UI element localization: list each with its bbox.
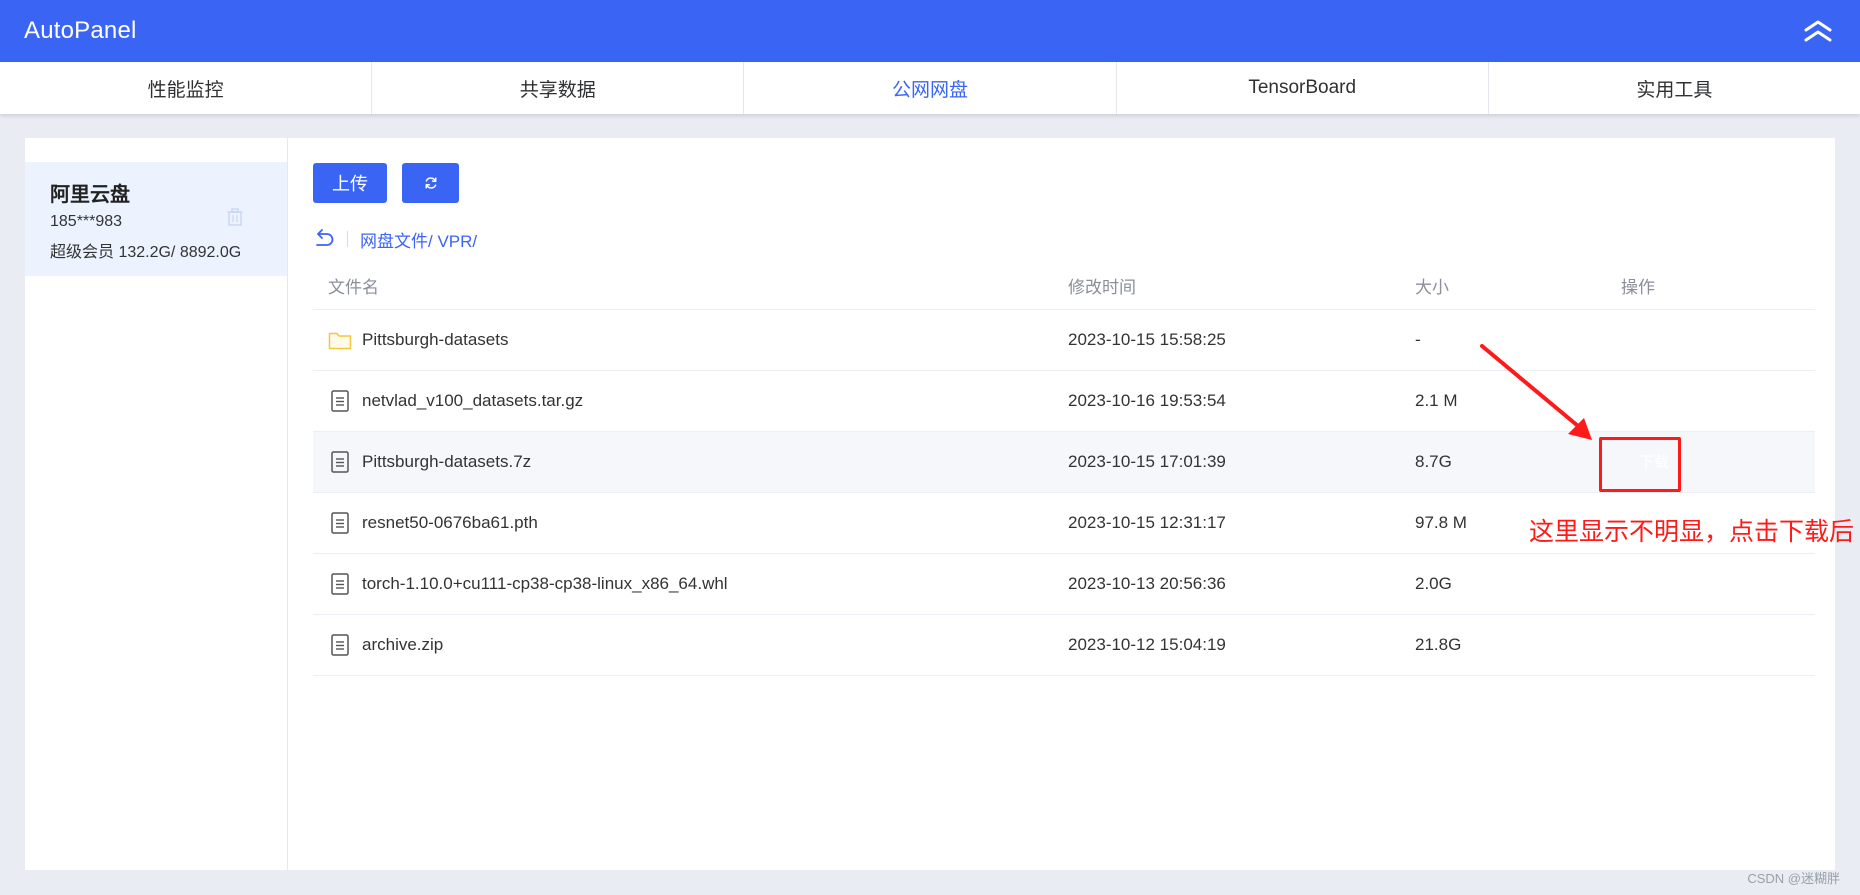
file-time: 2023-10-15 17:01:39 [1068,431,1415,493]
collapse-button[interactable] [1800,13,1836,49]
app-title: AutoPanel [24,17,137,44]
folder-icon [328,328,352,352]
file-icon [328,633,352,657]
table-header-row: 文件名 修改时间 大小 操作 [313,263,1815,310]
file-time: 2023-10-16 19:53:54 [1068,370,1415,432]
file-time: 2023-10-13 20:56:36 [1068,553,1415,615]
file-icon [328,389,352,413]
file-icon [328,511,352,535]
file-size: 2.0G [1415,553,1621,615]
download-button[interactable]: 下载 [1623,445,1685,479]
file-name[interactable]: netvlad_v100_datasets.tar.gz [362,391,583,411]
refresh-icon [424,177,437,189]
toolbar: 上传 [313,163,1835,203]
tab-public-netdisk[interactable]: 公网网盘 [744,62,1117,114]
watermark: CSDN @迷糊胖 [1747,871,1840,886]
disk-usage: 超级会员 132.2G/ 8892.0G [50,244,242,261]
file-actions [1621,309,1815,371]
breadcrumb[interactable]: 网盘文件/ VPR/ [360,227,477,252]
file-size: 21.8G [1415,614,1621,676]
breadcrumb-separator [347,231,348,247]
file-size: 2.1 M [1415,370,1621,432]
tab-tensorboard[interactable]: TensorBoard [1117,62,1489,114]
upload-button[interactable]: 上传 [313,163,387,203]
file-browser: 上传 网盘文件/ VPR/ 文件名 修改时间 大小 操作 Pittsburgh-… [288,138,1835,870]
file-time: 2023-10-15 12:31:17 [1068,492,1415,554]
tab-utilities[interactable]: 实用工具 [1489,62,1860,114]
file-name[interactable]: resnet50-0676ba61.pth [362,513,538,533]
file-actions [1621,614,1815,676]
table-row[interactable]: netvlad_v100_datasets.tar.gz 2023-10-16 … [313,370,1815,432]
table-row[interactable]: Pittsburgh-datasets 2023-10-15 15:58:25 … [313,309,1815,371]
file-name[interactable]: Pittsburgh-datasets.7z [362,452,531,472]
file-time: 2023-10-12 15:04:19 [1068,614,1415,676]
file-actions [1621,553,1815,615]
file-icon [328,572,352,596]
file-size: 97.8 M [1415,492,1621,554]
refresh-button[interactable] [402,163,459,203]
header-time[interactable]: 修改时间 [1068,263,1415,310]
file-icon [328,450,352,474]
header-op: 操作 [1621,263,1815,310]
file-size: 8.7G [1415,431,1621,493]
back-icon[interactable] [313,229,335,249]
file-actions [1621,370,1815,432]
file-table: 文件名 修改时间 大小 操作 Pittsburgh-datasets 2023-… [313,263,1815,676]
table-row[interactable]: archive.zip 2023-10-12 15:04:19 21.8G [313,614,1815,676]
header-size[interactable]: 大小 [1415,263,1621,310]
breadcrumb-row: 网盘文件/ VPR/ [313,225,1835,253]
table-row[interactable]: Pittsburgh-datasets.7z 2023-10-15 17:01:… [313,431,1815,493]
file-name[interactable]: torch-1.10.0+cu111-cp38-cp38-linux_x86_6… [362,574,728,594]
double-chevron-up-icon [1804,20,1832,42]
header-name[interactable]: 文件名 [313,263,1068,310]
file-actions [1621,492,1815,554]
tab-performance-monitor[interactable]: 性能监控 [0,62,373,114]
table-row[interactable]: torch-1.10.0+cu111-cp38-cp38-linux_x86_6… [313,553,1815,615]
tab-shared-data[interactable]: 共享数据 [372,62,745,114]
delete-icon[interactable] [227,208,243,231]
file-time: 2023-10-15 15:58:25 [1068,309,1415,371]
app-header: AutoPanel [0,0,1860,62]
file-actions: 下载 [1621,431,1815,493]
disk-item-aliyun[interactable]: 阿里云盘 185***983 超级会员 132.2G/ 8892.0G [25,162,287,276]
tab-bar: 性能监控 共享数据 公网网盘 TensorBoard 实用工具 [0,62,1860,114]
file-size: - [1415,309,1621,371]
file-name[interactable]: Pittsburgh-datasets [362,330,508,350]
disk-sidebar: 阿里云盘 185***983 超级会员 132.2G/ 8892.0G [25,138,288,870]
netdisk-panel: 阿里云盘 185***983 超级会员 132.2G/ 8892.0G 上传 网… [25,138,1835,870]
file-name[interactable]: archive.zip [362,635,443,655]
disk-name: 阿里云盘 [50,184,130,206]
disk-account: 185***983 [50,213,123,230]
table-row[interactable]: resnet50-0676ba61.pth 2023-10-15 12:31:1… [313,492,1815,554]
